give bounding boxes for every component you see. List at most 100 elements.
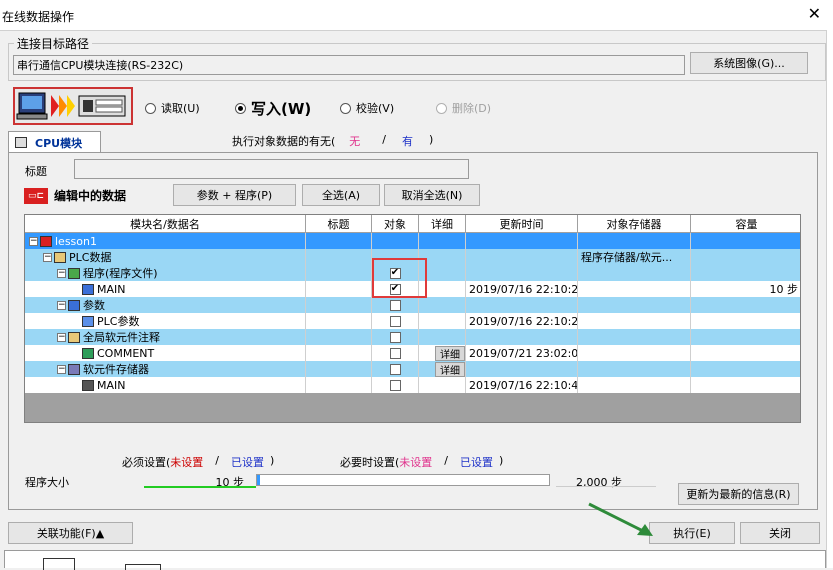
collapse-icon[interactable]: −	[57, 268, 66, 278]
cell-detail: 详细	[419, 361, 466, 377]
cell-update-time: 2019/07/16 22:10:46	[466, 377, 578, 393]
window-title: 在线数据操作	[2, 10, 75, 24]
table-row[interactable]: − 软元件存储器 详细	[25, 361, 800, 377]
table-row[interactable]: MAIN 2019/07/16 22:10:46	[25, 377, 800, 393]
cell-target[interactable]	[372, 297, 419, 313]
exec-slash: /	[382, 133, 387, 146]
collapse-icon[interactable]: −	[43, 252, 52, 262]
target-checkbox[interactable]	[389, 363, 401, 375]
col-header-name[interactable]: 模块名/数据名	[25, 215, 306, 232]
cell-target-memory	[578, 345, 691, 361]
title-field[interactable]	[74, 159, 469, 179]
row-name-label: 全局软元件注释	[83, 331, 160, 344]
radio-write-circle[interactable]	[235, 103, 246, 114]
cell-detail	[419, 313, 466, 329]
optional-label: 必要时设置(	[340, 456, 400, 469]
col-header-detail[interactable]: 详细	[419, 215, 466, 232]
row-name-label: COMMENT	[97, 346, 155, 360]
folder-icon	[54, 251, 66, 263]
row-name-label: PLC参数	[97, 315, 140, 328]
collapse-icon[interactable]: −	[57, 332, 66, 342]
col-header-target-memory[interactable]: 对象存储器	[578, 215, 691, 232]
collapse-icon[interactable]: −	[29, 236, 38, 246]
cell-target[interactable]	[372, 313, 419, 329]
detail-button[interactable]: 详细	[435, 345, 465, 361]
cell-capacity	[691, 361, 800, 377]
table-row[interactable]: − 参数	[25, 297, 800, 313]
cell-title	[306, 297, 372, 313]
execute-button[interactable]: 执行(E)	[649, 522, 735, 544]
table-row[interactable]: − 全局软元件注释	[25, 329, 800, 345]
cell-target-memory	[578, 329, 691, 345]
editing-data-icon: ▭⊏	[24, 187, 48, 204]
param-icon	[82, 315, 94, 327]
cell-capacity	[691, 377, 800, 393]
radio-read[interactable]: 读取(U)	[145, 100, 200, 116]
program-size-total: 2,000 步	[576, 476, 622, 489]
tab-cpu-module[interactable]: CPU模块	[8, 131, 101, 153]
collapse-icon[interactable]: −	[57, 364, 66, 374]
cell-title	[306, 281, 372, 297]
radio-verify-circle[interactable]	[340, 102, 351, 114]
detail-button[interactable]: 详细	[435, 361, 465, 377]
table-row[interactable]: COMMENT 详细 2019/07/21 23:02:02	[25, 345, 800, 361]
cell-update-time	[466, 249, 578, 265]
exec-data-indicator: 执行对象数据的有无( 无 / 有 )	[232, 133, 433, 149]
required-label: 必须设置(	[122, 456, 171, 469]
optional-settings-legend: 必要时设置( 未设置 / 已设置 )	[340, 454, 503, 470]
program-size-label: 程序大小	[25, 476, 69, 489]
row-name-label: MAIN	[97, 378, 126, 392]
col-header-target[interactable]: 对象	[372, 215, 419, 232]
target-checkbox[interactable]	[389, 331, 401, 343]
target-checkbox[interactable]	[389, 347, 401, 359]
radio-delete-label: 删除(D)	[452, 102, 492, 115]
table-row[interactable]: − lesson1	[25, 233, 800, 249]
cell-target-memory	[578, 265, 691, 281]
optional-slash: /	[444, 454, 449, 467]
required-slash: /	[215, 454, 220, 467]
optional-set: 已设置	[460, 456, 494, 469]
target-checkbox[interactable]	[389, 315, 401, 327]
system-image-button[interactable]: 系统图像(G)...	[690, 52, 808, 74]
cell-target-memory	[578, 281, 691, 297]
radio-read-circle[interactable]	[145, 102, 156, 114]
cell-capacity	[691, 313, 800, 329]
deselect-all-button[interactable]: 取消全选(N)	[384, 184, 480, 206]
row-name-label: 软元件存储器	[83, 363, 149, 376]
param-program-button[interactable]: 参数 + 程序(P)	[173, 184, 296, 206]
select-all-button[interactable]: 全选(A)	[302, 184, 380, 206]
cell-target[interactable]	[372, 329, 419, 345]
cell-capacity	[691, 345, 800, 361]
cell-name: − 程序(程序文件)	[25, 265, 306, 281]
col-header-capacity[interactable]: 容量	[691, 215, 800, 232]
collapse-icon[interactable]: −	[57, 300, 66, 310]
radio-verify[interactable]: 校验(V)	[340, 100, 394, 116]
exec-has-label: 有	[402, 135, 414, 148]
close-button[interactable]: 关闭	[740, 522, 820, 544]
cell-target[interactable]	[372, 377, 419, 393]
radio-write[interactable]: 写入(W)	[235, 98, 311, 119]
related-icon-1	[43, 558, 75, 570]
cell-title	[306, 329, 372, 345]
highlight-box	[372, 258, 427, 298]
target-checkbox[interactable]	[389, 379, 401, 391]
refresh-info-button[interactable]: 更新为最新的信息(R)	[678, 483, 799, 505]
connection-path-field: 串行通信CPU模块连接(RS-232C)	[13, 55, 685, 75]
cell-capacity	[691, 329, 800, 345]
cell-detail	[419, 297, 466, 313]
related-functions-button[interactable]: 关联功能(F)▲	[8, 522, 133, 544]
target-checkbox[interactable]	[389, 299, 401, 311]
exec-data-label: 执行对象数据的有无(	[232, 135, 336, 148]
cell-name: − 全局软元件注释	[25, 329, 306, 345]
col-header-title[interactable]: 标题	[306, 215, 372, 232]
cell-name: − 软元件存储器	[25, 361, 306, 377]
cell-title	[306, 313, 372, 329]
connection-path-value: 串行通信CPU模块连接(RS-232C)	[17, 59, 184, 72]
col-header-update-time[interactable]: 更新时间	[466, 215, 578, 232]
close-icon[interactable]: ✕	[808, 6, 821, 22]
table-row[interactable]: PLC参数 2019/07/16 22:10:26	[25, 313, 800, 329]
cell-name: − PLC数据	[25, 249, 306, 265]
param-folder-icon	[68, 299, 80, 311]
cell-target[interactable]	[372, 345, 419, 361]
cell-target[interactable]	[372, 361, 419, 377]
